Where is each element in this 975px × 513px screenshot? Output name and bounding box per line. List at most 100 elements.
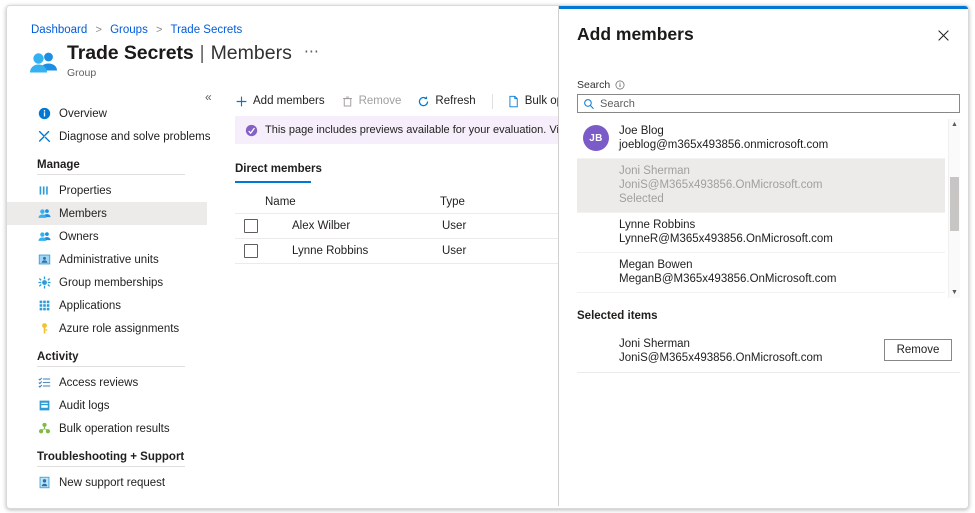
row-checkbox[interactable] (244, 244, 258, 258)
sidebar-item-label: Azure role assignments (59, 323, 179, 335)
page-title-section: Members (211, 42, 292, 65)
list-item[interactable]: MA MOD Administrator admin@M365x493856.o… (577, 293, 945, 298)
avatar (583, 339, 609, 365)
sidebar-item-label: Properties (59, 185, 111, 197)
member-name-cell: Lynne Robbins (267, 243, 442, 260)
close-icon[interactable] (934, 26, 952, 44)
result-name: Joni Sherman (619, 165, 822, 178)
bulk-results-icon (37, 422, 51, 436)
sidebar-item-access-reviews[interactable]: Access reviews (7, 371, 207, 394)
admin-units-icon (37, 253, 51, 267)
column-header-type: Type (440, 196, 550, 208)
breadcrumb-separator: > (156, 24, 162, 36)
refresh-button[interactable]: Refresh (417, 95, 475, 108)
result-status: Selected (619, 192, 822, 206)
sidebar-item-administrative-units[interactable]: Administrative units (7, 248, 207, 271)
members-icon (37, 207, 51, 221)
sidebar-item-audit-logs[interactable]: Audit logs (7, 394, 207, 417)
page-title: Trade Secrets | Members ⋯ (67, 42, 320, 65)
sidebar-group-manage: Manage (7, 159, 207, 171)
sidebar-item-bulk-operation-results[interactable]: Bulk operation results (7, 417, 207, 440)
result-name: Megan Bowen (619, 259, 837, 272)
selected-item-text: Joni Sherman JoniS@M365x493856.OnMicroso… (619, 337, 822, 366)
result-text: Joe Blog joeblog@m365x493856.onmicrosoft… (619, 125, 828, 152)
column-header-name: Name (265, 196, 440, 208)
sidebar-item-label: Audit logs (59, 400, 110, 412)
page-title-block: Trade Secrets | Members ⋯ Group (67, 42, 320, 79)
avatar (267, 243, 284, 260)
scrollbar-thumb[interactable] (950, 177, 959, 231)
sidebar-item-diagnose[interactable]: Diagnose and solve problems (7, 125, 207, 148)
more-options-button[interactable]: ⋯ (304, 42, 320, 60)
group-memberships-icon (37, 276, 51, 290)
tab-direct-members[interactable]: Direct members (235, 163, 322, 181)
audit-logs-icon (37, 399, 51, 413)
member-type: User (442, 220, 552, 232)
sidebar-item-new-support-request[interactable]: New support request (7, 471, 207, 494)
sidebar-item-label: Diagnose and solve problems (59, 131, 211, 143)
remove-selected-button[interactable]: Remove (884, 339, 952, 361)
owners-icon (37, 230, 51, 244)
bulk-operations-label: Bulk operations (525, 95, 558, 107)
remove-label: Remove (359, 95, 402, 107)
sidebar-item-label: New support request (59, 477, 165, 489)
document-icon (507, 95, 520, 108)
add-members-panel: Add members Search JB J (558, 6, 968, 506)
avatar: JB (583, 125, 609, 151)
avatar (267, 218, 284, 235)
sidebar-item-label: Members (59, 208, 107, 220)
search-input[interactable] (600, 98, 940, 110)
members-tabs: Direct members (235, 159, 322, 183)
divider (37, 466, 185, 467)
scroll-up-arrow[interactable]: ▲ (949, 119, 960, 130)
result-text: Joni Sherman JoniS@M365x493856.OnMicroso… (619, 165, 822, 206)
sidebar-item-azure-role-assignments[interactable]: Azure role assignments (7, 317, 207, 340)
member-name: Lynne Robbins (292, 245, 368, 257)
info-icon[interactable] (615, 80, 625, 90)
result-name: Joe Blog (619, 125, 828, 138)
breadcrumb-item-groups[interactable]: Groups (110, 24, 148, 36)
table-row[interactable]: Alex Wilber User (235, 213, 558, 238)
sidebar-item-owners[interactable]: Owners (7, 225, 207, 248)
sidebar-item-overview[interactable]: Overview (7, 102, 207, 125)
sidebar-item-label: Access reviews (59, 377, 138, 389)
command-bar: Add members Remove Refresh Bulk operatio (235, 90, 558, 112)
list-item[interactable]: Lynne Robbins LynneR@M365x493856.OnMicro… (577, 213, 945, 253)
search-icon (583, 98, 595, 110)
preview-banner[interactable]: This page includes previews available fo… (235, 116, 558, 144)
scroll-down-arrow[interactable]: ▼ (949, 287, 960, 298)
breadcrumb-item-trade-secrets[interactable]: Trade Secrets (170, 24, 242, 36)
divider (37, 174, 185, 175)
row-checkbox[interactable] (244, 219, 258, 233)
members-table: Name Type Alex Wilber User Lynne Robbins… (235, 191, 558, 264)
sidebar-item-applications[interactable]: Applications (7, 294, 207, 317)
access-reviews-icon (37, 376, 51, 390)
add-members-button[interactable]: Add members (235, 95, 325, 108)
result-email: LynneR@M365x493856.OnMicrosoft.com (619, 232, 833, 246)
list-item[interactable]: Megan Bowen MeganB@M365x493856.OnMicroso… (577, 253, 945, 293)
table-row[interactable]: Lynne Robbins User (235, 238, 558, 264)
bulk-operations-button[interactable]: Bulk operations ∨ (507, 95, 558, 108)
panel-accent-bar (559, 6, 968, 9)
properties-icon (37, 184, 51, 198)
sidebar-item-members[interactable]: Members (7, 202, 207, 225)
search-input-wrapper[interactable] (577, 94, 960, 113)
sidebar-item-group-memberships[interactable]: Group memberships (7, 271, 207, 294)
support-icon (37, 476, 51, 490)
breadcrumb-separator: > (95, 24, 101, 36)
list-item[interactable]: JB Joe Blog joeblog@m365x493856.onmicros… (577, 119, 945, 159)
selected-item-row: Joni Sherman JoniS@M365x493856.OnMicroso… (577, 331, 960, 373)
preview-banner-text: This page includes previews available fo… (265, 124, 558, 136)
avatar (583, 219, 609, 245)
wrench-icon (37, 130, 51, 144)
page-subtitle: Group (67, 67, 320, 79)
sidebar: Overview Diagnose and solve problems Man… (7, 102, 207, 494)
result-text: Megan Bowen MeganB@M365x493856.OnMicroso… (619, 259, 837, 286)
key-icon (37, 322, 51, 336)
selected-item-email: JoniS@M365x493856.OnMicrosoft.com (619, 351, 822, 366)
result-email: JoniS@M365x493856.OnMicrosoft.com (619, 178, 822, 192)
sidebar-item-properties[interactable]: Properties (7, 179, 207, 202)
page-header: Trade Secrets | Members ⋯ Group (29, 42, 320, 79)
breadcrumb-item-dashboard[interactable]: Dashboard (31, 24, 87, 36)
results-scrollbar[interactable]: ▲ ▼ (948, 119, 960, 298)
